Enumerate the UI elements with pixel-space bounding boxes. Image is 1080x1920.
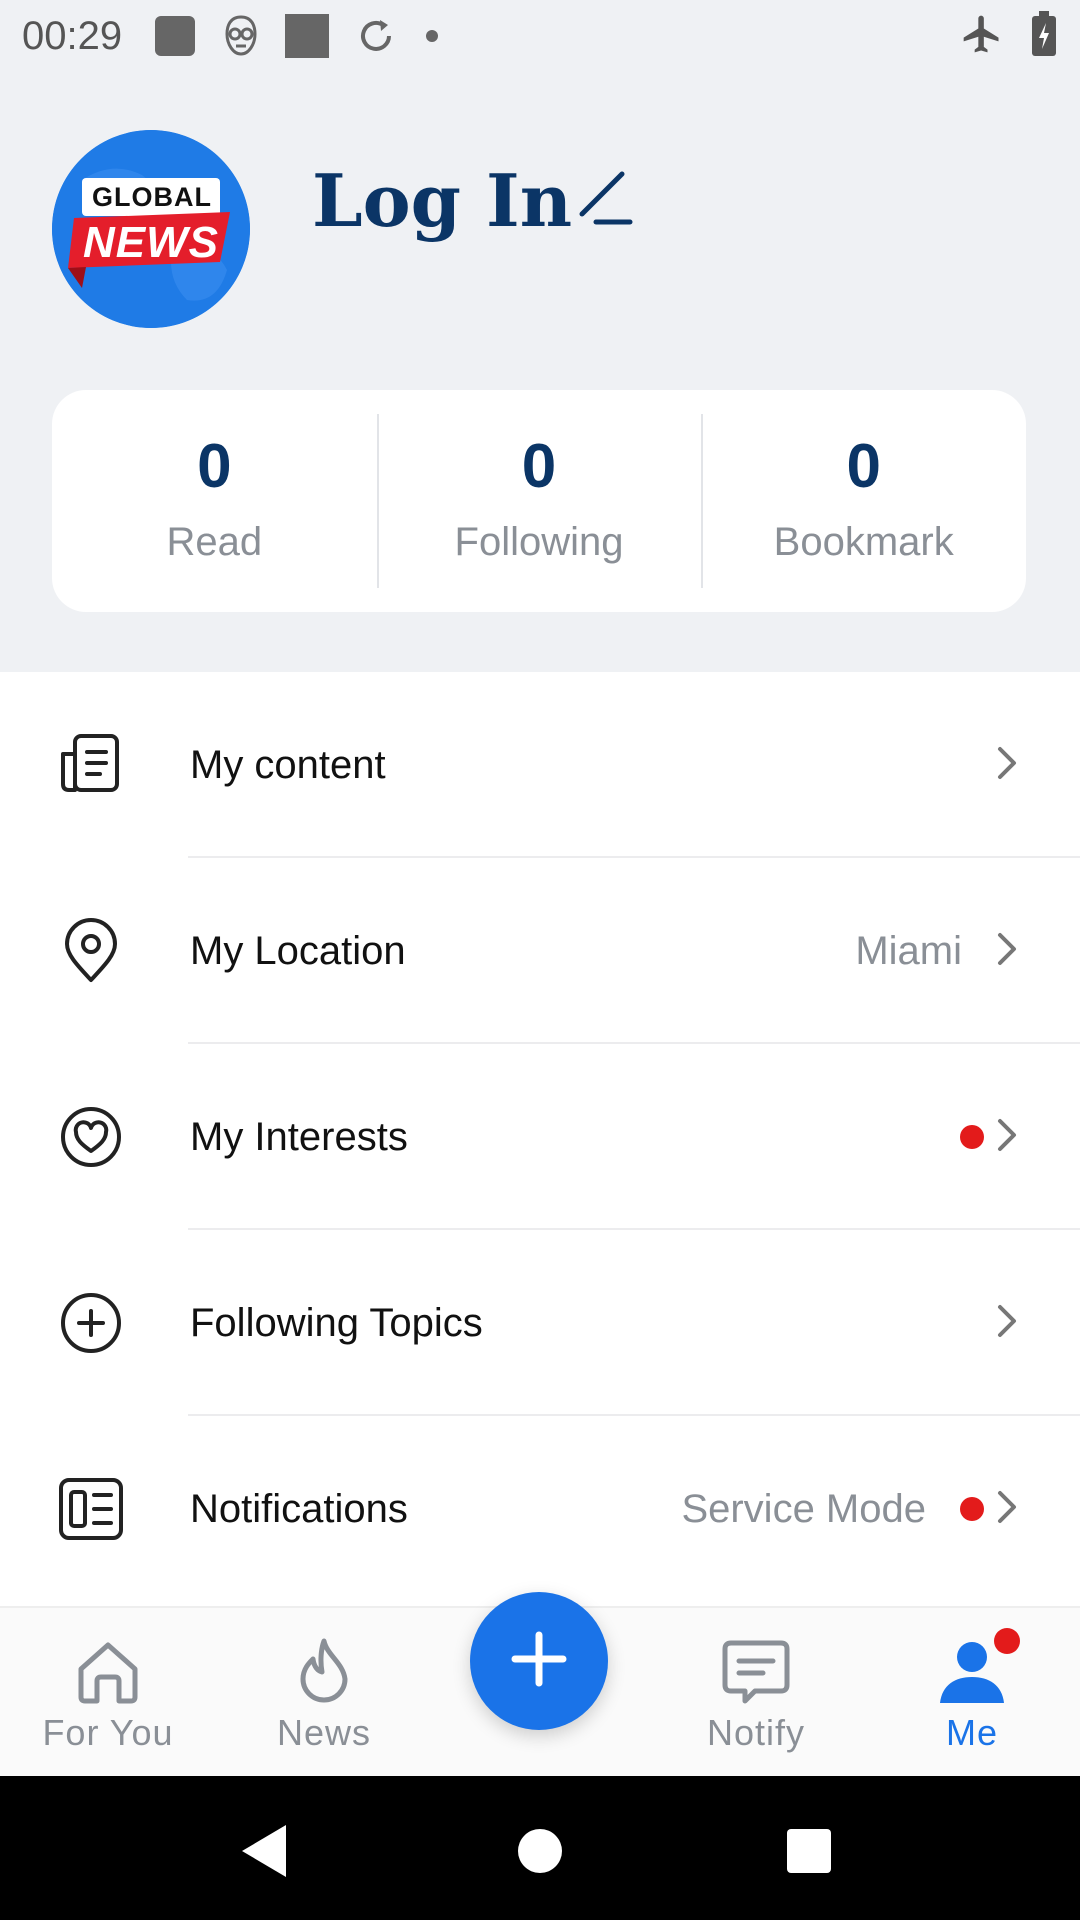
heart-circle-icon: [58, 1104, 124, 1170]
tab-notify[interactable]: Notify: [648, 1608, 864, 1778]
menu-item-label: My content: [190, 742, 386, 787]
menu-item-label: My Interests: [190, 1114, 408, 1159]
tab-label: News: [276, 1712, 372, 1753]
chevron-right-icon: [996, 929, 1020, 974]
tab-news[interactable]: News: [216, 1608, 432, 1778]
menu-item-my-interests[interactable]: My Interests: [0, 1044, 1080, 1230]
tab-label: For You: [42, 1712, 174, 1753]
stat-read-label: Read: [166, 520, 263, 564]
edit-icon[interactable]: [576, 168, 636, 233]
plus-icon: [509, 1629, 569, 1694]
stats-card: 0 Read 0 Following 0 Bookmark: [52, 390, 1026, 612]
menu-item-my-location[interactable]: My Location Miami: [0, 858, 1080, 1044]
new-indicator-dot: [960, 1125, 984, 1149]
avatar-logo-line1: GLOBAL: [92, 182, 212, 212]
notifications-value: Service Mode: [681, 1486, 926, 1531]
notification-card-icon: [58, 1476, 124, 1542]
stat-following-value: 0: [521, 432, 557, 501]
menu-item-my-content[interactable]: My content: [0, 672, 1080, 858]
square-notification-icon: [284, 13, 330, 59]
tab-label: Notify: [706, 1712, 806, 1753]
recents-button[interactable]: [764, 1806, 854, 1896]
menu-item-following-topics[interactable]: Following Topics: [0, 1230, 1080, 1416]
menu-item-label: Following Topics: [190, 1300, 483, 1345]
back-button[interactable]: [220, 1806, 310, 1896]
stat-bookmark-label: Bookmark: [773, 520, 954, 564]
stat-following[interactable]: 0 Following: [376, 390, 702, 612]
tab-for-you[interactable]: For You: [0, 1608, 216, 1778]
chevron-right-icon: [996, 743, 1020, 788]
system-nav-bar: [0, 1776, 1080, 1920]
document-icon: [58, 732, 124, 798]
menu-list: My content My Location Miami My Interest…: [0, 672, 1080, 1606]
status-time: 00:29: [22, 13, 123, 58]
stat-bookmark-value: 0: [846, 432, 881, 501]
home-button[interactable]: [495, 1806, 585, 1896]
plus-circle-icon: [58, 1290, 124, 1356]
login-button[interactable]: Log In: [312, 158, 572, 243]
square-app-icon: [152, 13, 198, 59]
robot-face-icon: [224, 14, 258, 58]
avatar-logo-line2: NEWS: [83, 218, 219, 267]
chevron-right-icon: [996, 1487, 1020, 1532]
stat-read-value: 0: [197, 432, 232, 501]
menu-item-label: My Location: [190, 928, 406, 973]
home-icon: [73, 1634, 143, 1710]
battery-icon: [1030, 10, 1058, 62]
stat-following-label: Following: [454, 520, 624, 564]
add-button[interactable]: [470, 1592, 608, 1730]
dot-icon: [422, 26, 442, 46]
menu-item-notifications[interactable]: Notifications Service Mode: [0, 1416, 1080, 1602]
new-indicator-dot: [960, 1497, 984, 1521]
chevron-right-icon: [996, 1301, 1020, 1346]
menu-item-label: Notifications: [190, 1486, 408, 1531]
flame-icon: [291, 1634, 357, 1710]
message-icon: [721, 1634, 791, 1710]
profile-header: GLOBAL NEWS Log In 0 Read 0 Following 0 …: [0, 72, 1080, 672]
avatar[interactable]: GLOBAL NEWS: [52, 130, 250, 328]
tab-me[interactable]: Me: [864, 1608, 1080, 1778]
tab-label: Me: [945, 1712, 998, 1753]
status-bar: 00:29: [0, 0, 1080, 72]
location-value: Miami: [855, 928, 962, 973]
stat-bookmark[interactable]: 0 Bookmark: [701, 390, 1026, 612]
sync-icon: [356, 16, 396, 56]
airplane-mode-icon: [960, 12, 1004, 61]
notification-badge: [994, 1628, 1020, 1654]
stat-read[interactable]: 0 Read: [52, 390, 377, 612]
chevron-right-icon: [996, 1115, 1020, 1160]
location-pin-icon: [58, 918, 124, 984]
